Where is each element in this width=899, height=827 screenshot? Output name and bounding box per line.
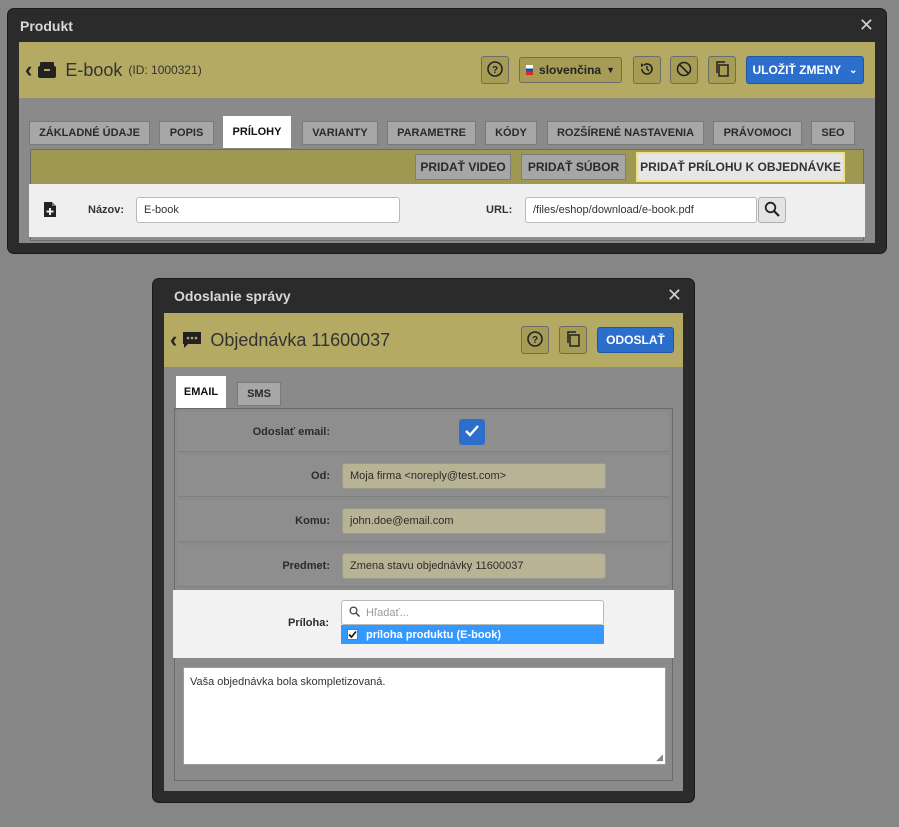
attachment-search-input[interactable]: Hľadať... [341, 600, 604, 625]
checkmark-icon [348, 630, 357, 639]
save-changes-button[interactable]: ULOŽIŤ ZMENY ⌄ [746, 56, 864, 84]
back-arrow-icon[interactable]: ‹ [170, 329, 177, 351]
save-label: ULOŽIŤ ZMENY [752, 63, 842, 77]
subject-field[interactable]: Zmena stavu objednávky 11600037 [342, 553, 606, 579]
close-icon[interactable]: ✕ [667, 286, 682, 304]
tab-sms[interactable]: SMS [237, 382, 281, 406]
send-email-label: Odoslať email: [252, 426, 330, 438]
language-label: slovenčina [539, 63, 602, 77]
send-email-checkbox[interactable] [459, 419, 485, 445]
search-icon [764, 201, 780, 220]
email-form: Odoslať email: Od: Moja firma <noreply@t… [173, 408, 674, 781]
attachment-row: Názov: E-book URL: /files/eshop/download… [29, 184, 865, 237]
product-id: (ID: 1000321) [128, 63, 202, 77]
dialog-body: ‹ Objednávka 11600037 ? ODOSLAŤ EMAIL SM… [164, 313, 683, 791]
add-video-button[interactable]: PRIDAŤ VIDEO [415, 154, 511, 180]
message-header: ‹ Objednávka 11600037 ? ODOSLAŤ [164, 313, 683, 367]
subject-row: Predmet: Zmena stavu objednávky 11600037 [178, 545, 669, 587]
help-button[interactable]: ? [521, 326, 549, 354]
from-row: Od: Moja firma <noreply@test.com> [178, 455, 669, 497]
ban-icon [676, 61, 692, 80]
product-dialog: Produkt ✕ ‹ E-book (ID: 1000321) ? slove… [8, 9, 886, 253]
copy-icon [565, 330, 581, 350]
tab-permissions[interactable]: PRÁVOMOCI [713, 121, 802, 145]
close-icon[interactable]: ✕ [859, 16, 874, 34]
back-arrow-icon[interactable]: ‹ [25, 59, 32, 81]
file-add-icon [43, 201, 57, 221]
attachment-label: Príloha: [288, 617, 329, 629]
help-icon: ? [487, 60, 503, 80]
tab-advanced[interactable]: ROZŠÍRENÉ NASTAVENIA [547, 121, 704, 145]
dialog-body: ‹ E-book (ID: 1000321) ? slovenčina ▼ UL… [19, 42, 875, 243]
name-label: Názov: [88, 204, 125, 216]
caret-down-icon: ▼ [606, 65, 615, 75]
url-search-button[interactable] [758, 197, 786, 223]
svg-text:?: ? [492, 65, 498, 76]
copy-icon [714, 60, 730, 80]
to-field[interactable]: john.doe@email.com [342, 508, 606, 534]
from-field[interactable]: Moja firma <noreply@test.com> [342, 463, 606, 489]
from-label: Od: [311, 470, 330, 482]
attachment-option[interactable]: príloha produktu (E-book) [341, 625, 604, 644]
search-icon [349, 605, 361, 620]
tab-parameters[interactable]: PARAMETRE [387, 121, 476, 145]
message-body-text: Vaša objednávka bola skompletizovaná. [190, 676, 386, 688]
subject-label: Predmet: [282, 560, 330, 572]
tab-seo[interactable]: SEO [811, 121, 855, 145]
name-input[interactable]: E-book [136, 197, 400, 223]
tab-description[interactable]: POPIS [159, 121, 214, 145]
disable-button[interactable] [670, 56, 698, 84]
add-order-attachment-button[interactable]: PRIDAŤ PRÍLOHU K OBJEDNÁVKE [636, 152, 845, 182]
url-input[interactable]: /files/eshop/download/e-book.pdf [525, 197, 757, 223]
history-icon [639, 61, 655, 80]
message-icon [182, 331, 202, 349]
to-row: Komu: john.doe@email.com [178, 500, 669, 542]
product-header: ‹ E-book (ID: 1000321) ? slovenčina ▼ UL… [19, 42, 875, 98]
dialog-title: Produkt [20, 18, 73, 34]
dialog-title: Odoslanie správy [174, 288, 291, 304]
copy-button[interactable] [559, 326, 587, 354]
send-email-row: Odoslať email: [178, 412, 669, 452]
search-placeholder: Hľadať... [366, 606, 409, 619]
chevron-down-icon: ⌄ [849, 64, 858, 76]
to-label: Komu: [295, 515, 330, 527]
tab-variants[interactable]: VARIANTY [302, 121, 378, 145]
add-file-button[interactable]: PRIDAŤ SÚBOR [521, 154, 626, 180]
tab-email[interactable]: EMAIL [176, 376, 226, 408]
copy-button[interactable] [708, 56, 736, 84]
option-checkbox[interactable] [347, 629, 358, 640]
send-button[interactable]: ODOSLAŤ [597, 327, 674, 353]
message-body-textarea[interactable]: Vaša objednávka bola skompletizovaná. ◢ [183, 667, 666, 765]
tab-basic[interactable]: ZÁKLADNÉ ÚDAJE [29, 121, 150, 145]
product-title: E-book [65, 59, 123, 80]
tab-codes[interactable]: KÓDY [485, 121, 537, 145]
tab-attachments[interactable]: PRÍLOHY [223, 116, 291, 148]
checkmark-icon [464, 424, 480, 441]
url-label: URL: [486, 204, 513, 216]
order-title: Objednávka 11600037 [210, 329, 391, 350]
language-select[interactable]: slovenčina ▼ [519, 57, 622, 83]
history-button[interactable] [633, 56, 661, 84]
box-icon [37, 61, 57, 79]
attachments-panel: PRIDAŤ VIDEO PRIDAŤ SÚBOR PRIDAŤ PRÍLOHU… [29, 149, 865, 241]
attachments-toolbar: PRIDAŤ VIDEO PRIDAŤ SÚBOR PRIDAŤ PRÍLOHU… [31, 150, 863, 184]
attachment-row: Príloha: Hľadať... príloha produktu (E-b… [173, 590, 674, 658]
help-icon: ? [527, 330, 543, 350]
svg-text:?: ? [532, 335, 538, 346]
attachment-option-label: príloha produktu (E-book) [366, 628, 502, 641]
resize-handle-icon[interactable]: ◢ [656, 752, 663, 763]
flag-sk-icon [526, 65, 534, 75]
help-button[interactable]: ? [481, 56, 509, 84]
message-dialog: Odoslanie správy ✕ ‹ Objednávka 11600037… [153, 279, 694, 802]
